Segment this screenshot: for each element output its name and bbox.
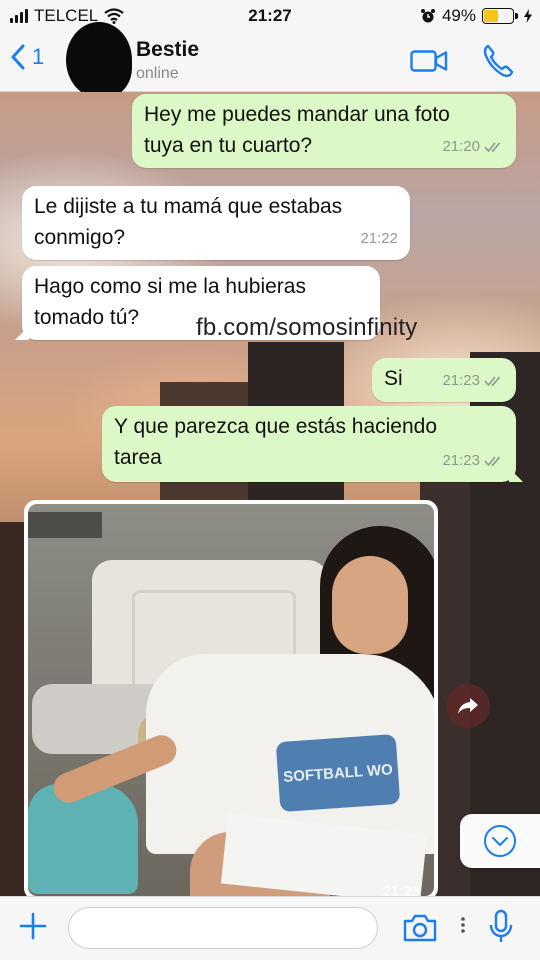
chevron-left-icon bbox=[11, 44, 25, 70]
photo-person-face bbox=[332, 556, 408, 654]
contact-name[interactable]: Bestie bbox=[136, 38, 199, 62]
double-check-icon bbox=[484, 375, 501, 386]
message-text: Hey me puedes mandar una foto bbox=[144, 103, 450, 126]
charging-bolt-icon bbox=[524, 9, 532, 23]
voice-record-button[interactable] bbox=[488, 909, 514, 950]
camera-button[interactable] bbox=[402, 914, 438, 947]
double-check-icon bbox=[484, 141, 501, 152]
message-time: 21:20 bbox=[442, 138, 480, 155]
message-text: Y que parezca que estás haciendo bbox=[114, 415, 438, 438]
more-dots-icon bbox=[461, 917, 465, 933]
forward-arrow-icon bbox=[458, 698, 478, 714]
message-time: 21:23 bbox=[442, 452, 480, 469]
battery-percent: 49% bbox=[441, 6, 476, 25]
avatar[interactable] bbox=[66, 22, 132, 98]
voice-call-button[interactable] bbox=[482, 44, 514, 83]
message-bubble-incoming[interactable]: Le dijiste a tu mamá que estabas conmigo… bbox=[22, 186, 410, 260]
mic-icon bbox=[489, 909, 513, 942]
photo-image[interactable]: SOFTBALL WO 21:23 bbox=[28, 504, 434, 896]
message-meta: 21:22 bbox=[360, 223, 398, 254]
camera-icon bbox=[403, 914, 437, 942]
message-time: 21:23 bbox=[442, 372, 480, 389]
message-bubble-outgoing[interactable]: Hey me puedes mandar una foto tuya en tu… bbox=[132, 94, 516, 168]
double-check-icon bbox=[484, 455, 501, 466]
status-right-group: 49% bbox=[420, 6, 532, 26]
chat-header: 1 Bestie online bbox=[0, 22, 540, 98]
photo-time: 21:23 bbox=[382, 883, 420, 896]
input-bar bbox=[0, 896, 540, 960]
attach-button[interactable] bbox=[18, 911, 48, 946]
message-meta: 21:23 bbox=[442, 445, 504, 476]
chevron-down-circle-icon bbox=[484, 825, 516, 857]
chat-area[interactable]: Hey me puedes mandar una foto tuya en tu… bbox=[0, 92, 540, 896]
photo-shirt-print: SOFTBALL WO bbox=[275, 733, 401, 813]
message-text: Le dijiste a tu mamá que estabas bbox=[34, 195, 343, 218]
message-meta: 21:23 bbox=[442, 365, 504, 396]
message-time: 21:22 bbox=[360, 230, 398, 247]
video-camera-icon bbox=[410, 50, 448, 72]
alarm-clock-icon bbox=[420, 9, 435, 23]
video-call-button[interactable] bbox=[410, 49, 448, 78]
message-text: Hago como si me la hubieras bbox=[34, 275, 306, 298]
photo-clothes bbox=[28, 784, 138, 894]
message-text: conmigo? bbox=[34, 226, 126, 249]
watermark-text: fb.com/somosinfinity bbox=[196, 314, 418, 341]
photo-message[interactable]: SOFTBALL WO 21:23 bbox=[24, 500, 438, 896]
contact-status: online bbox=[136, 65, 179, 82]
forward-button[interactable] bbox=[446, 684, 490, 728]
plus-icon bbox=[19, 912, 47, 940]
battery-icon bbox=[482, 8, 518, 24]
message-input[interactable] bbox=[68, 907, 378, 949]
message-bubble-outgoing[interactable]: Si 21:23 bbox=[372, 358, 516, 402]
scroll-to-bottom-button[interactable] bbox=[460, 814, 540, 868]
photo-shelf bbox=[28, 512, 102, 538]
message-bubble-outgoing[interactable]: Y que parezca que estás haciendo tarea 2… bbox=[102, 406, 516, 482]
unread-count: 1 bbox=[32, 44, 45, 69]
message-meta: 21:20 bbox=[442, 131, 504, 162]
phone-icon bbox=[483, 44, 514, 77]
back-button[interactable]: 1 bbox=[10, 44, 44, 70]
